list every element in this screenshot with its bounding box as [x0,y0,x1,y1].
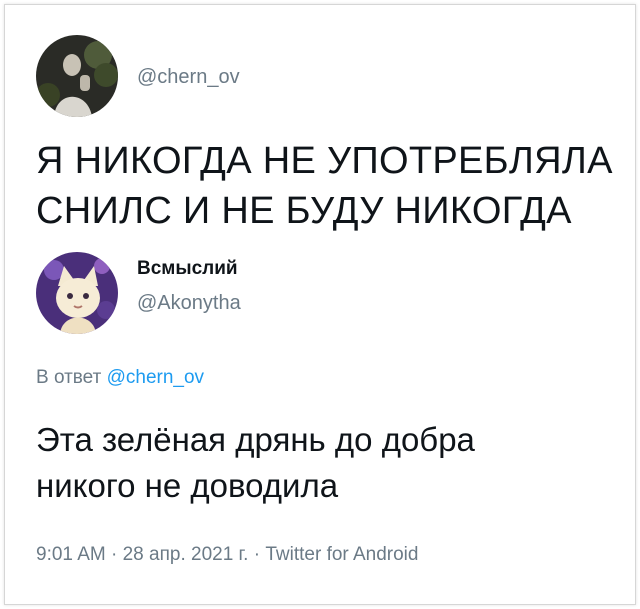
reply-metadata: 9:01 AM · 28 апр. 2021 г. · Twitter for … [36,544,418,566]
tweet-author-handle[interactable]: @chern_ov [137,66,240,89]
tweet-time[interactable]: 9:01 AM [36,544,106,565]
reply-author-name[interactable]: Всмыслий [137,258,238,280]
tweet-date[interactable]: 28 апр. 2021 г. [123,544,249,565]
in-reply-mention-link[interactable]: @chern_ov [107,367,204,388]
tweet-text: Я НИКОГДА НЕ УПОТРЕБЛЯЛА СНИЛС И НЕ БУДУ… [36,136,626,236]
tweet-source[interactable]: Twitter for Android [265,544,418,565]
cat-avatar-icon [36,252,118,334]
avatar-akonytha[interactable] [36,252,118,334]
tweet-text-line: Я НИКОГДА НЕ УПОТРЕБЛЯЛА [36,140,613,182]
reply-text-line: никого не доводила [36,467,339,504]
avatar-photo-icon [36,35,118,117]
avatar-chern-ov[interactable] [36,35,118,117]
tweet-text-line: СНИЛС И НЕ БУДУ НИКОГДА [36,190,572,232]
reply-text: Эта зелёная дрянь до добра никого не дов… [36,417,626,509]
in-reply-to: В ответ @chern_ov [36,367,204,389]
meta-separator: · [105,544,123,565]
reply-author-handle[interactable]: @Akonytha [137,292,241,315]
in-reply-prefix: В ответ [36,367,102,388]
reply-text-line: Эта зелёная дрянь до добра [36,421,475,458]
meta-separator: · [248,544,266,565]
